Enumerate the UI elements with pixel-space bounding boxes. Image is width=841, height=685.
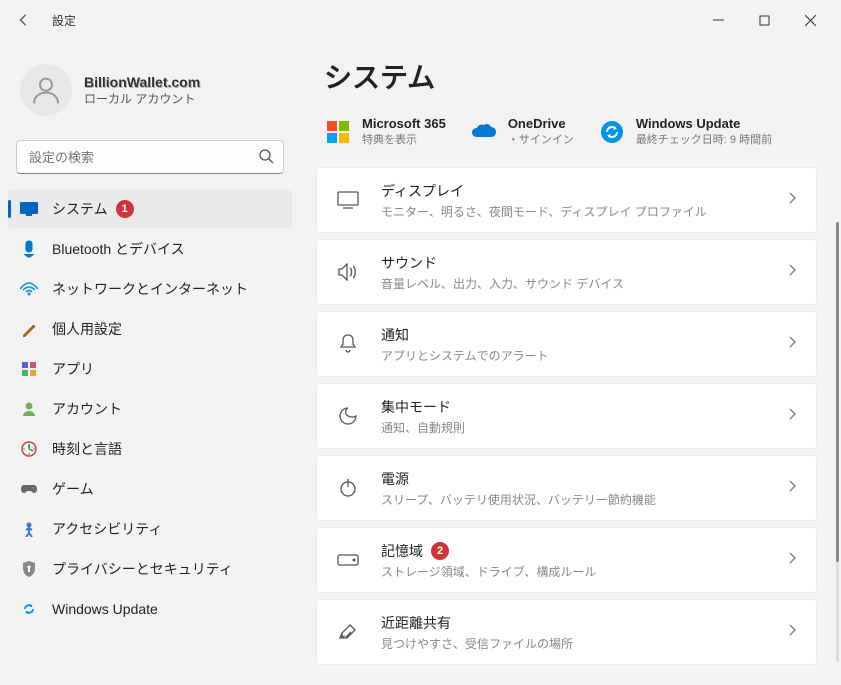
setting-icon [337,477,359,499]
setting-title: 電源 [381,469,656,489]
setting-title: 近距離共有 [381,613,573,633]
setting-item-3[interactable]: 集中モード通知、自動規則 [316,383,817,449]
window-controls [695,4,833,36]
top-card-update[interactable]: Windows Update最終チェック日時: 9 時間前 [598,116,772,147]
setting-item-5[interactable]: 記憶域2 ストレージ領域、ドライブ、構成ルール [316,527,817,593]
nav-icon [20,440,38,458]
nav-icon [20,280,38,298]
microsoft-logo-icon [324,118,352,146]
setting-title: ディスプレイ [381,181,707,201]
setting-sub: スリープ、バッテリ使用状況、バッテリー節約機能 [381,491,656,508]
setting-item-1[interactable]: サウンド音量レベル、出力、入力、サウンド デバイス [316,239,817,305]
annotation-badge: 2 [431,542,449,560]
setting-icon [337,261,359,283]
nav-icon [20,560,38,578]
chevron-right-icon [788,335,796,353]
nav-icon [20,600,38,618]
back-button[interactable] [8,4,40,36]
setting-item-2[interactable]: 通知アプリとシステムでのアラート [316,311,817,377]
setting-title: サウンド [381,253,624,273]
nav-label: プライバシーとセキュリティ [52,559,233,579]
chevron-right-icon [788,479,796,497]
nav-label: アカウント [52,399,122,419]
nav-label: システム [52,199,108,219]
chevron-right-icon [788,407,796,425]
nav-label: 時刻と言語 [52,439,122,459]
setting-icon [337,189,359,211]
setting-icon [337,333,359,355]
titlebar: 設定 [0,0,841,40]
nav-list: システム 1 Bluetooth とデバイスネットワークとインターネット個人用設定ア… [8,190,292,628]
setting-title: 記憶域2 [381,541,596,561]
nav-label: ゲーム [52,479,94,499]
nav-icon [20,360,38,378]
setting-icon [337,405,359,427]
update-icon [598,118,626,146]
chevron-right-icon [788,623,796,641]
setting-item-6[interactable]: 近距離共有見つけやすさ、受信ファイルの場所 [316,599,817,665]
sidebar-item-0[interactable]: システム 1 [8,190,292,228]
setting-sub: 通知、自動規則 [381,419,465,436]
page-title: システム [316,56,817,96]
sidebar: BillionWallet.com ローカル アカウント システム 1 Blueto… [0,40,300,685]
setting-title: 集中モード [381,397,465,417]
annotation-badge: 1 [116,200,134,218]
nav-icon [20,520,38,538]
search-box [16,140,284,174]
chevron-right-icon [788,551,796,569]
sidebar-item-6[interactable]: 時刻と言語 [8,430,292,468]
sidebar-item-5[interactable]: アカウント [8,390,292,428]
top-card-m365[interactable]: Microsoft 365特典を表示 [324,116,446,147]
setting-sub: アプリとシステムでのアラート [381,347,549,364]
window-title: 設定 [52,12,76,29]
user-sub: ローカル アカウント [84,90,200,107]
setting-sub: モニター、明るさ、夜間モード、ディスプレイ プロファイル [381,203,707,220]
chevron-right-icon [788,191,796,209]
search-icon [258,148,274,169]
sidebar-item-4[interactable]: アプリ [8,350,292,388]
minimize-button[interactable] [695,4,741,36]
top-card-onedrive[interactable]: OneDrive・サインイン [470,116,574,147]
nav-label: Bluetooth とデバイス [52,239,185,259]
setting-item-0[interactable]: ディスプレイモニター、明るさ、夜間モード、ディスプレイ プロファイル [316,167,817,233]
nav-icon [20,400,38,418]
nav-icon [20,480,38,498]
settings-list: ディスプレイモニター、明るさ、夜間モード、ディスプレイ プロファイルサウンド音量… [316,167,817,665]
nav-icon [20,240,38,258]
setting-sub: ストレージ領域、ドライブ、構成ルール [381,563,596,580]
nav-icon [20,200,38,218]
nav-label: アクセシビリティ [52,519,162,539]
chevron-right-icon [788,263,796,281]
search-input[interactable] [16,140,284,174]
setting-title: 通知 [381,325,549,345]
setting-sub: 音量レベル、出力、入力、サウンド デバイス [381,275,624,292]
setting-icon [337,549,359,571]
maximize-button[interactable] [741,4,787,36]
setting-item-4[interactable]: 電源スリープ、バッテリ使用状況、バッテリー節約機能 [316,455,817,521]
nav-icon [20,320,38,338]
nav-label: Windows Update [52,601,158,617]
avatar [20,64,72,116]
onedrive-icon [470,118,498,146]
sidebar-item-7[interactable]: ゲーム [8,470,292,508]
user-account-row[interactable]: BillionWallet.com ローカル アカウント [8,56,292,124]
nav-label: ネットワークとインターネット [52,279,248,299]
top-cards: Microsoft 365特典を表示 OneDrive・サインイン Window… [316,116,817,147]
main-content: システム Microsoft 365特典を表示 OneDrive・サインイン W… [300,40,841,685]
sidebar-item-10[interactable]: Windows Update [8,590,292,628]
sidebar-item-1[interactable]: Bluetooth とデバイス [8,230,292,268]
nav-label: 個人用設定 [52,319,122,339]
user-name: BillionWallet.com [84,74,200,90]
setting-icon [337,621,359,643]
sidebar-item-8[interactable]: アクセシビリティ [8,510,292,548]
nav-label: アプリ [52,359,94,379]
sidebar-item-2[interactable]: ネットワークとインターネット [8,270,292,308]
sidebar-item-3[interactable]: 個人用設定 [8,310,292,348]
sidebar-item-9[interactable]: プライバシーとセキュリティ [8,550,292,588]
setting-sub: 見つけやすさ、受信ファイルの場所 [381,635,573,652]
close-button[interactable] [787,4,833,36]
scrollbar-thumb[interactable] [836,222,839,562]
